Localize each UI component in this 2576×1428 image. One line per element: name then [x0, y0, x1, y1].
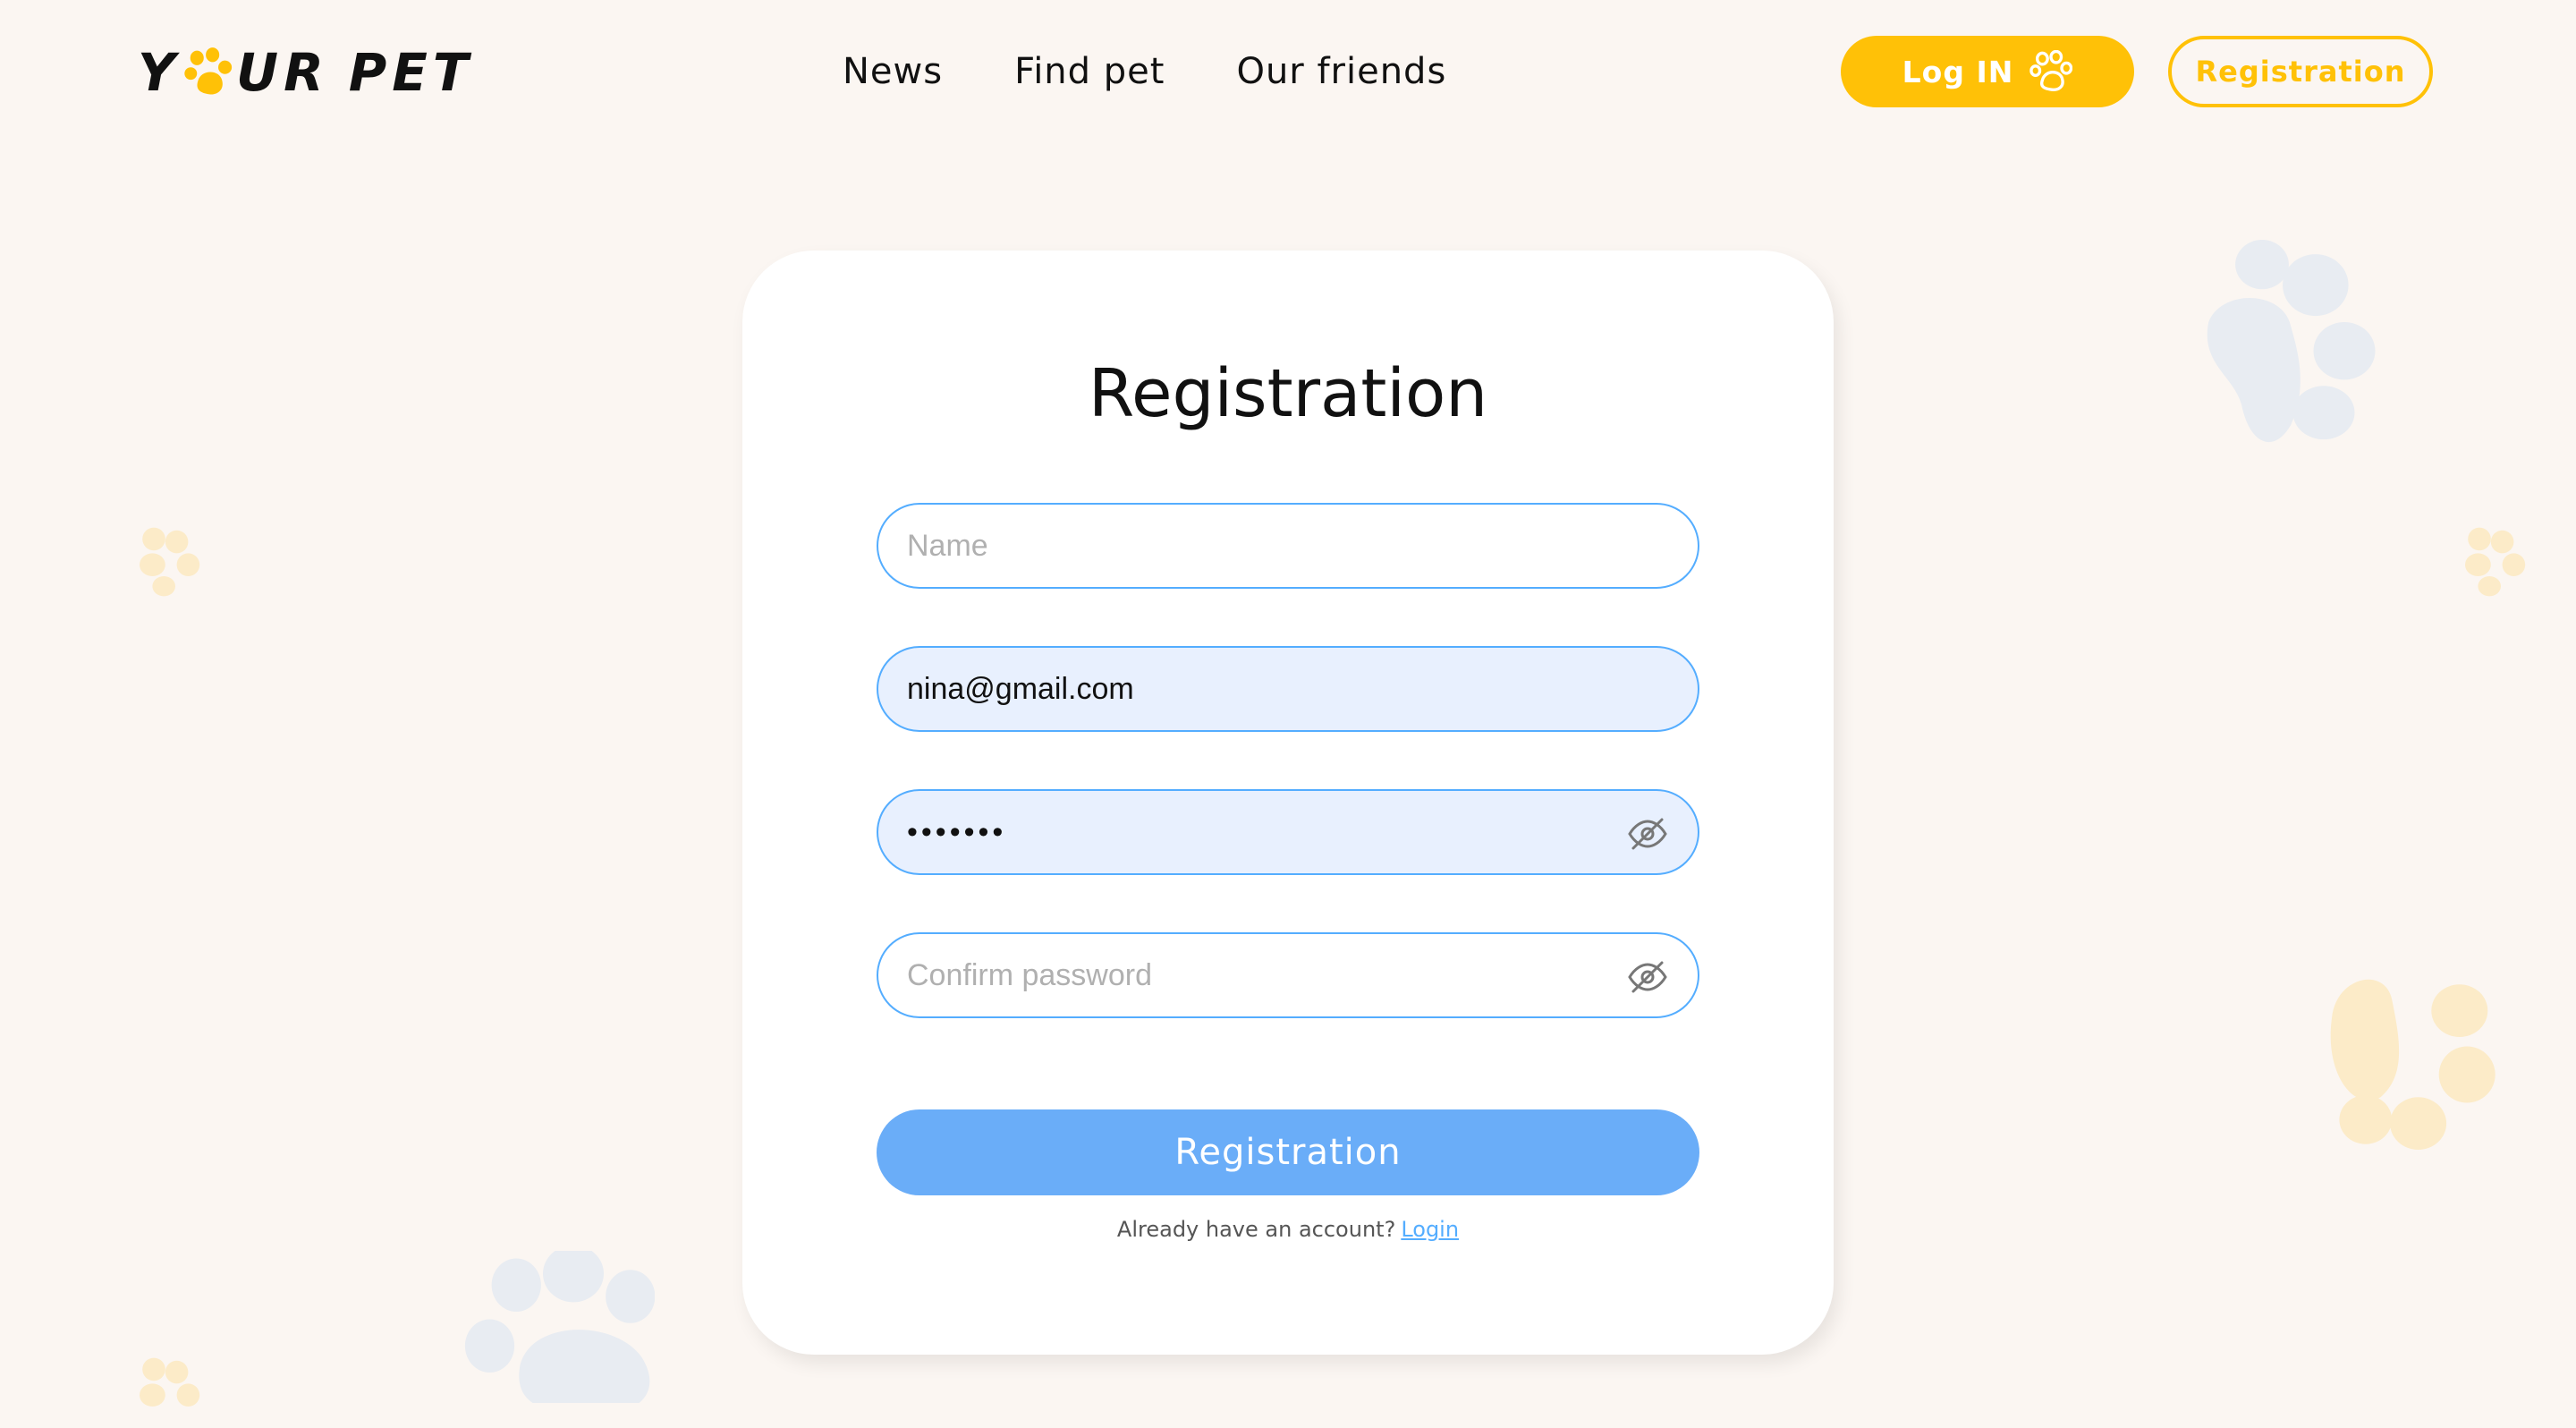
- paw-decoration-small-left: [140, 527, 200, 597]
- paw-decoration-bottom-left-small: [140, 1357, 200, 1407]
- email-field-wrapper: [877, 646, 1699, 732]
- paw-decoration-small-right: [2465, 527, 2526, 597]
- password-input[interactable]: [878, 791, 1698, 873]
- paw-decoration-large-bottom-right: [2330, 979, 2496, 1150]
- paw-decoration-large-top-right: [2207, 240, 2376, 443]
- registration-submit-label: Registration: [1174, 1132, 1402, 1173]
- registration-card: Registration Registration Already have a…: [742, 251, 1834, 1355]
- eye-off-icon[interactable]: [1626, 812, 1669, 855]
- email-input[interactable]: [878, 648, 1698, 730]
- registration-nav-button[interactable]: Registration: [2168, 36, 2433, 107]
- confirm-password-field-wrapper: [877, 932, 1699, 1018]
- page-title: Registration: [1088, 355, 1488, 432]
- main-nav: News Find pet Our friends: [843, 47, 1446, 97]
- already-have-account-text: Already have an account?: [1116, 1217, 1396, 1242]
- confirm-password-input[interactable]: [878, 934, 1698, 1016]
- paw-decoration-bottom-left: [464, 1251, 655, 1403]
- logo-text-y: Y: [138, 42, 181, 103]
- paw-icon: [2029, 50, 2073, 91]
- logo-paw-icon: [184, 47, 233, 95]
- logo-text-ur: UR: [236, 42, 329, 103]
- eye-off-icon[interactable]: [1626, 956, 1669, 999]
- nav-item-our-friends[interactable]: Our friends: [1236, 47, 1446, 97]
- login-button[interactable]: Log IN: [1841, 36, 2134, 107]
- registration-nav-button-label: Registration: [2195, 55, 2406, 89]
- name-field-wrapper: [877, 503, 1699, 589]
- registration-submit-button[interactable]: Registration: [877, 1109, 1699, 1195]
- nav-item-news[interactable]: News: [843, 47, 943, 97]
- login-prompt: Already have an account? Login: [742, 1217, 1834, 1242]
- logo[interactable]: Y UR PET: [138, 41, 473, 104]
- login-button-label: Log IN: [1902, 54, 2014, 89]
- login-link[interactable]: Login: [1401, 1217, 1459, 1242]
- name-input[interactable]: [878, 505, 1698, 587]
- logo-text-pet: PET: [348, 42, 474, 103]
- nav-item-find-pet[interactable]: Find pet: [1014, 47, 1165, 97]
- password-field-wrapper: [877, 789, 1699, 875]
